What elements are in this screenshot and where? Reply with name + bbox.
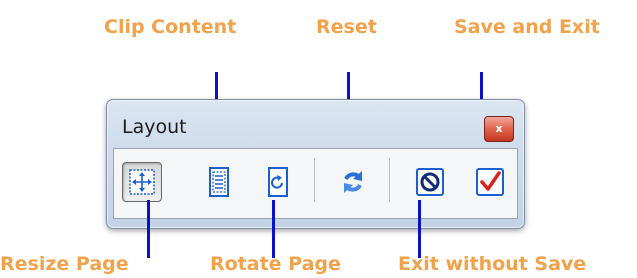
callout-exit-without-save: Exit without Save xyxy=(398,253,587,275)
close-icon: x xyxy=(495,122,503,135)
callout-rotate-page: Rotate Page xyxy=(210,253,341,275)
save-and-exit-button[interactable] xyxy=(470,162,510,202)
layout-palette: Layout x xyxy=(106,99,525,229)
rotate-icon xyxy=(268,167,288,197)
callout-resize-page: Resize Page xyxy=(0,253,129,275)
cancel-icon xyxy=(416,168,444,196)
leader-rotate-page xyxy=(272,200,275,258)
callout-save-and-exit: Save and Exit xyxy=(454,16,600,38)
palette-title: Layout xyxy=(122,116,187,138)
check-icon xyxy=(476,168,504,196)
exit-without-save-button[interactable] xyxy=(410,162,450,202)
leader-exit-without-save xyxy=(418,200,421,258)
leader-resize-page xyxy=(147,200,150,258)
callout-clip-content: Clip Content xyxy=(104,16,237,38)
resize-arrows-icon xyxy=(129,169,155,195)
toolbar-separator xyxy=(314,158,315,202)
clip-content-icon xyxy=(209,167,229,197)
callout-reset: Reset xyxy=(316,16,377,38)
reset-icon xyxy=(344,171,362,193)
rotate-page-button[interactable] xyxy=(258,162,298,202)
clip-content-button[interactable] xyxy=(199,162,239,202)
toolbar-separator xyxy=(389,158,390,202)
resize-page-button[interactable] xyxy=(122,162,162,202)
layout-toolbar xyxy=(113,148,518,219)
close-button[interactable]: x xyxy=(484,116,514,142)
reset-button[interactable] xyxy=(333,162,373,202)
